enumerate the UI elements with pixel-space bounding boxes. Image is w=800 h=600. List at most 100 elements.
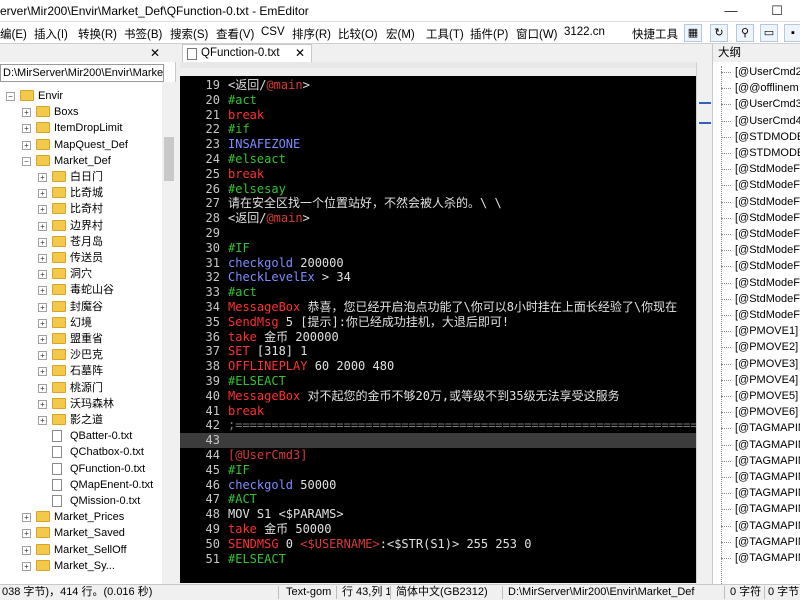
- tree-folder-item[interactable]: + 苍月岛: [0, 234, 162, 250]
- code-line[interactable]: 30 #IF: [180, 241, 696, 256]
- code-line[interactable]: 38 OFFLINEPLAY 60 2000 480: [180, 359, 696, 374]
- outline-item[interactable]: [@STDMODE: [713, 145, 800, 161]
- tree-scrollbar[interactable]: [162, 82, 176, 584]
- menu-csv[interactable]: CSV: [261, 26, 285, 38]
- code-line[interactable]: 39 #ELSEACT: [180, 374, 696, 389]
- expand-icon[interactable]: +: [38, 335, 47, 344]
- outline-item[interactable]: [@PMOVE2]: [713, 339, 800, 355]
- code-line[interactable]: 44 [@UserCmd3]: [180, 448, 696, 463]
- current-line[interactable]: 43: [180, 433, 696, 448]
- code-line[interactable]: 45 #IF: [180, 463, 696, 478]
- expand-icon[interactable]: +: [22, 124, 31, 134]
- code-line[interactable]: 50 SENDMSG 0 <$USERNAME>:<$STR(S1)> 255 2…: [180, 537, 696, 552]
- code-line[interactable]: 51 #ELSEACT: [180, 552, 696, 567]
- menu-site[interactable]: 3122.cn: [564, 26, 605, 38]
- expand-icon[interactable]: +: [38, 416, 47, 425]
- expand-icon[interactable]: +: [38, 286, 47, 296]
- collapse-icon[interactable]: −: [22, 156, 31, 166]
- outline-item[interactable]: [@StdModeF: [713, 210, 800, 226]
- tree-folder-item[interactable]: + 封魔谷: [0, 299, 162, 315]
- code-line[interactable]: 19 <返回/@main>: [180, 78, 696, 93]
- code-line[interactable]: 47 #ACT: [180, 492, 696, 507]
- outline-item[interactable]: [@PMOVE4]: [713, 372, 800, 388]
- tab-qfunction[interactable]: QFunction-0.txt ✕: [182, 44, 312, 62]
- outline-item[interactable]: [@PMOVE3]: [713, 356, 800, 372]
- tree-folder-item[interactable]: + 比奇村: [0, 201, 162, 217]
- code-line[interactable]: 25 break: [180, 167, 696, 182]
- tree-file-item[interactable]: QChatbox-0.txt: [0, 444, 162, 460]
- tree-folder-item[interactable]: + Market_Saved: [0, 525, 162, 541]
- menu-view[interactable]: 查看(V): [216, 26, 254, 42]
- tree-folder-item[interactable]: + 幻境: [0, 315, 162, 331]
- tree-folder-item[interactable]: + 白日门: [0, 169, 162, 185]
- expand-icon[interactable]: +: [38, 237, 47, 247]
- code-line[interactable]: 41 break: [180, 404, 696, 419]
- outline-item[interactable]: [@@offlinem: [713, 80, 800, 96]
- outline-item[interactable]: [@STDMODE: [713, 129, 800, 145]
- code-line[interactable]: 40 MessageBox 对不起您的金币不够20万,或等级不到35级无法享受这服…: [180, 389, 696, 404]
- code-line[interactable]: 36 take 金币 200000: [180, 330, 696, 345]
- tree-folder-item[interactable]: + 影之道: [0, 412, 162, 428]
- tree-folder-item[interactable]: + 边界村: [0, 218, 162, 234]
- path-input[interactable]: D:\MirServer\Mir200\Envir\Market: [0, 64, 164, 82]
- menu-window[interactable]: 窗口(W): [516, 26, 558, 42]
- tree-folder-item[interactable]: + MapQuest_Def: [0, 137, 162, 153]
- editor-scrollbar[interactable]: [696, 62, 712, 583]
- outline-item[interactable]: [@StdModeF: [713, 161, 800, 177]
- window-tile-icon[interactable]: ▦: [684, 24, 702, 42]
- tab-close-icon[interactable]: ✕: [295, 46, 305, 60]
- menu-search[interactable]: 搜索(S): [170, 26, 208, 42]
- tree-folder-item[interactable]: + 洞穴: [0, 266, 162, 282]
- expand-icon[interactable]: +: [22, 513, 31, 523]
- tree-folder-item[interactable]: + 沃玛森林: [0, 396, 162, 412]
- outline-item[interactable]: [@PMOVE5]: [713, 388, 800, 404]
- tree-file-item[interactable]: QMapEnent-0.txt: [0, 477, 162, 493]
- expand-icon[interactable]: +: [38, 270, 47, 280]
- tree-folder-item[interactable]: + 毒蛇山谷: [0, 282, 162, 298]
- code-line[interactable]: 35 SendMsg 5 [提示]:你已经成功挂机，大退后即可!: [180, 315, 696, 330]
- menu-macro[interactable]: 宏(M): [386, 26, 415, 42]
- find-icon[interactable]: ⚲: [736, 24, 754, 42]
- outline-item[interactable]: [@StdModeF: [713, 194, 800, 210]
- code-line[interactable]: 42 ;=====================================…: [180, 418, 696, 433]
- maximize-button[interactable]: ☐: [754, 0, 800, 22]
- outline-item[interactable]: [@TAGMAPIN: [713, 469, 800, 485]
- code-line[interactable]: 22 #if: [180, 122, 696, 137]
- outline-item[interactable]: [@TAGMAPIN: [713, 437, 800, 453]
- tree-folder-item[interactable]: + 桃源门: [0, 380, 162, 396]
- code-line[interactable]: 28 <返回/@main>: [180, 211, 696, 226]
- outline-item[interactable]: [@TAGMAPIN: [713, 518, 800, 534]
- code-line[interactable]: 33 #act: [180, 285, 696, 300]
- outline-item[interactable]: [@StdModeF: [713, 291, 800, 307]
- outline-item[interactable]: [@StdModeF: [713, 258, 800, 274]
- menu-plugins[interactable]: 插件(P): [470, 26, 508, 42]
- status-encoding[interactable]: 简体中文(GB2312): [396, 585, 488, 600]
- menu-tools[interactable]: 工具(T): [426, 26, 464, 42]
- expand-icon[interactable]: +: [38, 302, 47, 312]
- expand-icon[interactable]: +: [38, 351, 47, 361]
- tree-folder-item[interactable]: + 石墓阵: [0, 363, 162, 379]
- tree-file-item[interactable]: QMission-0.txt: [0, 493, 162, 509]
- outline-item[interactable]: [@TAGMAPIN: [713, 453, 800, 469]
- minimize-button[interactable]: —: [708, 0, 754, 22]
- outline-item[interactable]: [@StdModeF: [713, 242, 800, 258]
- outline-item[interactable]: [@PMOVE1]: [713, 323, 800, 339]
- status-syntax[interactable]: Text-gom: [286, 585, 331, 600]
- code-line[interactable]: 20 #act: [180, 93, 696, 108]
- expand-icon[interactable]: +: [38, 254, 47, 263]
- tree-folder-item[interactable]: + Market_SellOff: [0, 542, 162, 558]
- tree-folder-item[interactable]: + 比奇城: [0, 185, 162, 201]
- outline-item[interactable]: [@UserCmd2: [713, 64, 800, 80]
- refresh-icon[interactable]: ↻: [710, 24, 728, 42]
- code-line[interactable]: 32 CheckLevelEx > 34: [180, 270, 696, 285]
- menu-bookmark[interactable]: 书签(B): [124, 26, 162, 42]
- menu-edit[interactable]: 编(E): [0, 26, 27, 42]
- outline-item[interactable]: [@TAGMAPIN: [713, 485, 800, 501]
- expand-icon[interactable]: +: [22, 561, 31, 571]
- menu-compare[interactable]: 比较(O): [338, 26, 378, 42]
- expand-icon[interactable]: +: [22, 529, 31, 539]
- tree-folder-item[interactable]: + Market_Sy...: [0, 558, 162, 574]
- tree-folder-item[interactable]: + Market_Prices: [0, 509, 162, 525]
- expand-icon[interactable]: +: [38, 383, 47, 393]
- expand-icon[interactable]: +: [38, 221, 47, 231]
